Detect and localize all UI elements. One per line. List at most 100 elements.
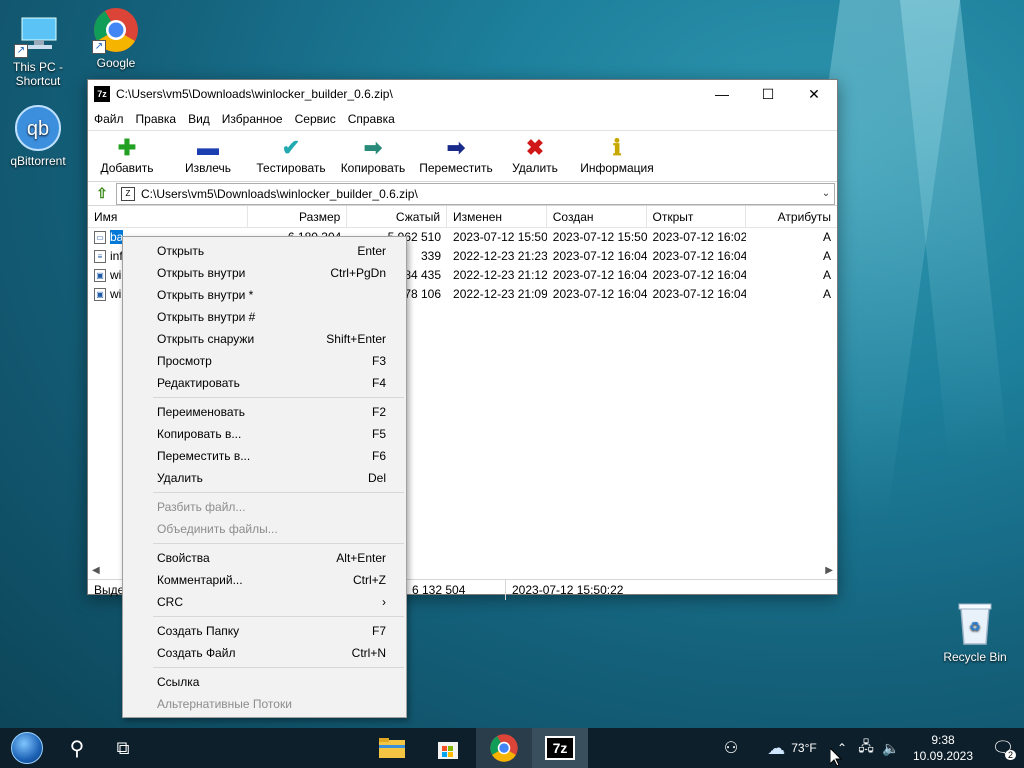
menu-item-rename[interactable]: Переименовать F2 xyxy=(123,401,406,423)
address-field[interactable]: Z C:\Users\vm5\Downloads\winlocker_build… xyxy=(116,182,835,205)
column-accessed[interactable]: Открыт xyxy=(647,205,747,228)
menu-item-properties[interactable]: Свойства Alt+Enter xyxy=(123,547,406,569)
info-button-label: Информация xyxy=(580,161,654,175)
notifications-button[interactable]: 🗨 2 xyxy=(982,728,1024,768)
menu-item-label: Создать Файл xyxy=(157,646,236,660)
menu-item-edit[interactable]: Редактировать F4 xyxy=(123,372,406,394)
menu-item-label: CRC xyxy=(157,595,183,609)
recycle-bin-label: Recycle Bin xyxy=(943,650,1007,664)
menu-view[interactable]: Вид xyxy=(182,112,216,126)
clock[interactable]: 9:38 10.09.2023 xyxy=(904,728,982,768)
copy-button-label: Копировать xyxy=(340,161,406,175)
people-icon[interactable]: ⚇ xyxy=(708,728,754,768)
test-button[interactable]: ✔ Тестировать xyxy=(250,135,332,175)
chevron-down-icon[interactable]: ⌄ xyxy=(818,188,834,199)
move-button-label: Переместить xyxy=(419,161,493,175)
menu-item-copy-to[interactable]: Копировать в... F5 xyxy=(123,423,406,445)
menu-item-shortcut: F5 xyxy=(371,427,386,441)
menu-edit[interactable]: Правка xyxy=(130,112,183,126)
menu-item-open-inside-star[interactable]: Открыть внутри * xyxy=(123,284,406,306)
title-bar[interactable]: 7z C:\Users\vm5\Downloads\winlocker_buil… xyxy=(88,80,837,108)
menu-item-shortcut: F6 xyxy=(371,449,386,463)
desktop-icon-qbittorrent[interactable]: qb qBittorrent xyxy=(2,104,74,168)
menu-item-label: Объединить файлы... xyxy=(157,522,278,536)
desktop-icon-chrome[interactable]: ↗ Google xyxy=(80,6,152,70)
menu-item-link[interactable]: Ссылка xyxy=(123,671,406,693)
plus-icon: ✚ xyxy=(117,135,137,160)
chrome-icon: ↗ xyxy=(92,6,140,54)
column-name[interactable]: Имя xyxy=(88,205,248,228)
menu-item-label: Открыть xyxy=(157,244,205,258)
store-icon[interactable] xyxy=(420,728,476,768)
menu-item-open-inside-hash[interactable]: Открыть внутри # xyxy=(123,306,406,328)
seven-zip-taskbar-icon[interactable]: 7z xyxy=(532,728,588,768)
scroll-left-icon[interactable]: ◀ xyxy=(92,565,100,576)
row-modified: 2022-12-23 21:12 xyxy=(453,268,547,282)
menu-item-label: Открыть внутри # xyxy=(157,310,256,324)
zip-archive-icon: Z xyxy=(121,186,135,201)
menu-item-open-inside[interactable]: Открыть внутри Ctrl+PgDn xyxy=(123,262,406,284)
menu-item-label: Открыть внутри xyxy=(157,266,246,280)
menu-item-shortcut: Ctrl+N xyxy=(351,646,386,660)
row-attributes: A xyxy=(822,268,831,282)
clock-date: 10.09.2023 xyxy=(912,749,974,763)
delete-button-label: Удалить xyxy=(512,161,558,175)
delete-button[interactable]: ✖ Удалить xyxy=(498,135,572,175)
folder-up-icon[interactable]: ⇧ xyxy=(88,185,116,202)
menu-favorites[interactable]: Избранное xyxy=(216,112,289,126)
menu-item-create-folder[interactable]: Создать Папку F7 xyxy=(123,620,406,642)
chrome-taskbar-icon[interactable] xyxy=(476,728,532,768)
menu-tools[interactable]: Сервис xyxy=(289,112,342,126)
maximize-button[interactable]: ☐ xyxy=(745,80,791,108)
menu-item-create-file[interactable]: Создать Файл Ctrl+N xyxy=(123,642,406,664)
menu-item-view[interactable]: Просмотр F3 xyxy=(123,350,406,372)
column-size[interactable]: Размер xyxy=(248,205,348,228)
desktop-icon-recycle-bin[interactable]: ♻ Recycle Bin xyxy=(940,600,1010,664)
menu-item-crc[interactable]: CRC › xyxy=(123,591,406,613)
minimize-button[interactable]: — xyxy=(699,80,745,108)
image-file-icon: ▣ xyxy=(94,288,106,302)
menu-item-move-to[interactable]: Переместить в... F6 xyxy=(123,445,406,467)
submenu-arrow-icon: › xyxy=(382,595,386,609)
scroll-right-icon[interactable]: ▶ xyxy=(825,565,833,576)
column-packed[interactable]: Сжатый xyxy=(347,205,448,228)
volume-muted-icon[interactable]: 🔈 xyxy=(878,728,904,768)
menu-item-combine-files: Объединить файлы... xyxy=(123,518,406,540)
task-view-icon[interactable]: ⧉ xyxy=(100,728,146,768)
copy-arrows-icon: ➡ xyxy=(363,135,383,160)
close-button[interactable]: ✕ xyxy=(791,80,837,108)
column-attributes[interactable]: Атрибуты xyxy=(746,206,837,228)
move-arrow-icon: ➡ xyxy=(446,135,466,160)
weather-temp: 73°F xyxy=(791,741,817,755)
check-icon: ✔ xyxy=(281,135,301,160)
extract-button[interactable]: ▬ Извлечь xyxy=(166,135,250,175)
move-button[interactable]: ➡ Переместить xyxy=(414,135,498,175)
menu-item-comment[interactable]: Комментарий... Ctrl+Z xyxy=(123,569,406,591)
column-created[interactable]: Создан xyxy=(547,205,647,228)
file-explorer-icon[interactable] xyxy=(364,728,420,768)
menu-item-open[interactable]: Открыть Enter xyxy=(123,240,406,262)
menu-item-shortcut: F2 xyxy=(371,405,386,419)
info-button[interactable]: ℹ Информация xyxy=(572,135,662,175)
menu-item-delete[interactable]: Удалить Del xyxy=(123,467,406,489)
menu-item-open-outside[interactable]: Открыть снаружи Shift+Enter xyxy=(123,328,406,350)
menu-item-shortcut: Ctrl+PgDn xyxy=(330,266,386,280)
system-tray: ⚇ ☁ 73°F ⌃ 🖧 🔈 9:38 10.09.2023 🗨 2 xyxy=(708,728,1024,768)
weather-widget[interactable]: ☁ 73°F xyxy=(754,728,830,768)
desktop-icon-this-pc[interactable]: ↗ This PC - Shortcut xyxy=(2,10,74,88)
windows-orb-icon xyxy=(11,732,43,764)
menu-file[interactable]: Файл xyxy=(88,112,130,126)
menu-item-label: Удалить xyxy=(157,471,203,485)
column-modified[interactable]: Изменен xyxy=(447,205,547,228)
clock-time: 9:38 xyxy=(931,733,955,747)
add-button[interactable]: ✚ Добавить xyxy=(88,135,166,175)
copy-button[interactable]: ➡ Копировать xyxy=(332,135,414,175)
search-icon[interactable]: ⚲ xyxy=(54,728,100,768)
menu-item-label: Разбить файл... xyxy=(157,500,246,514)
minus-icon: ▬ xyxy=(197,135,219,160)
recycle-bin-icon: ♻ xyxy=(953,600,997,646)
start-button[interactable] xyxy=(0,728,54,768)
network-icon[interactable]: 🖧 xyxy=(854,728,878,768)
shortcut-arrow-icon: ↗ xyxy=(14,44,28,58)
menu-help[interactable]: Справка xyxy=(342,112,401,126)
